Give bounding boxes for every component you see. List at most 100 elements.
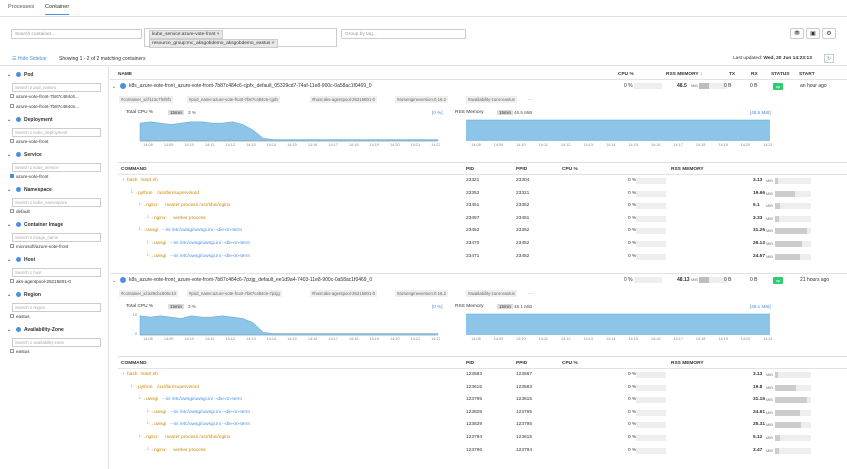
container-name[interactable]: k8s_azure-vote-front_azure-vote-front-7b… bbox=[129, 83, 372, 89]
chevron-down-icon[interactable]: ⌄ bbox=[7, 257, 11, 263]
tag-chip[interactable]: kube_service:azure-vote-front × bbox=[149, 30, 223, 39]
col-cpu[interactable]: CPU % bbox=[562, 361, 578, 366]
col-tx[interactable]: TX bbox=[729, 72, 735, 77]
col-ppid[interactable]: PPID bbox=[516, 167, 527, 172]
process-row[interactable]: └→ python/usr/bin/supervisord 123615 123583… bbox=[118, 384, 847, 395]
process-row[interactable]: └→ uwsgi --ini /etc/uwsgi/uwsgi.ini --die-… bbox=[118, 409, 847, 420]
sidebar-group-namespace[interactable]: ⌄ Namespace bbox=[7, 187, 52, 193]
sidebar-group-pod[interactable]: ⌄ Pod bbox=[7, 72, 33, 78]
checkbox[interactable] bbox=[10, 349, 14, 353]
tag-chip[interactable]: #pod_name:azure-vote-front-7b87c484c6-7p… bbox=[187, 290, 282, 297]
col-pid[interactable]: PID bbox=[466, 167, 474, 172]
tag-chip[interactable]: resource_group:mc_aksgobdemo_aksgobdemo_… bbox=[149, 39, 278, 48]
process-row[interactable]: └→ nginx: worker process 123796 123794 0 % 3.4… bbox=[118, 447, 847, 458]
process-row[interactable]: └→ uwsgi --ini /etc/uwsgi/uwsgi.ini --die-… bbox=[118, 422, 847, 432]
sidebar-search-input[interactable]: Search 1 kube_deployment bbox=[12, 128, 101, 137]
sidebar-item[interactable]: default bbox=[10, 209, 30, 214]
tag-chip[interactable]: #availability-zone:eastus bbox=[466, 290, 517, 297]
chevron-down-icon[interactable]: ⌄ bbox=[7, 72, 11, 78]
search-input[interactable]: Search container... bbox=[11, 29, 142, 39]
sidebar-search-input[interactable]: Search 1 kube_namespace bbox=[12, 198, 101, 207]
cpu-link[interactable]: [0 %] bbox=[432, 304, 442, 309]
sidebar-search-input[interactable]: Search 2 pod_names bbox=[12, 83, 101, 92]
sidebar-item[interactable]: azure-vote-front bbox=[10, 174, 48, 179]
col-status[interactable]: STATUS bbox=[771, 72, 789, 77]
tag-chip[interactable]: #host:aks-agentpool-25215801-0 bbox=[310, 290, 378, 297]
checkbox[interactable] bbox=[10, 279, 14, 283]
chevron-down-icon[interactable]: ⌄ bbox=[112, 84, 116, 90]
col-cpu[interactable]: CPU % bbox=[618, 72, 634, 77]
sidebar-search-input[interactable]: Search 1 availability-zone bbox=[12, 338, 101, 347]
lock-icon[interactable]: ▣ bbox=[806, 28, 820, 39]
tag-chip[interactable]: #host:aks-agentpool-25215801-0 bbox=[310, 96, 378, 103]
sidebar-search-input[interactable]: Search 1 kube_service bbox=[12, 163, 101, 172]
rss-link[interactable]: [48.1 MiB] bbox=[750, 304, 771, 309]
checkbox[interactable] bbox=[10, 244, 14, 248]
tag-chip[interactable]: #azsengineversion:0.16.2 bbox=[395, 96, 448, 103]
tag-filter-box[interactable]: kube_service:azure-vote-front × resource… bbox=[144, 28, 337, 48]
cpu-link[interactable]: [0 %] bbox=[432, 110, 442, 115]
binoculars-icon[interactable]: ⛃ bbox=[790, 28, 804, 39]
tag-chip[interactable]: #pod_name:azure-vote-front-7b87c484c6-cj… bbox=[187, 96, 281, 103]
checkbox[interactable] bbox=[10, 94, 14, 98]
process-row[interactable]: └→ uwsgi --ini /etc/uwsgi/uwsgi.ini --die-… bbox=[118, 253, 847, 264]
time-window-select[interactable]: 15min bbox=[497, 304, 513, 309]
col-start[interactable]: START bbox=[799, 72, 815, 77]
sidebar-search-input[interactable]: Search 1 region bbox=[12, 303, 101, 312]
hide-sidebar-button[interactable]: ☰ Hide Sidebar bbox=[12, 56, 47, 62]
col-command[interactable]: COMMAND bbox=[121, 361, 147, 366]
sidebar-item[interactable]: azure-vote-front-7b87c484c6... bbox=[10, 104, 79, 109]
checkbox[interactable] bbox=[10, 314, 14, 318]
sidebar-item[interactable]: eastus bbox=[10, 314, 30, 319]
gear-icon[interactable]: ⚙ bbox=[822, 28, 836, 39]
process-row[interactable]: └→ python/usr/bin/supervisord 23352 23321 0 … bbox=[118, 190, 847, 201]
sidebar-search-input[interactable]: Search 1 image_name bbox=[12, 233, 101, 242]
time-window-select[interactable]: 15min bbox=[168, 110, 184, 115]
chevron-down-icon[interactable]: ⌄ bbox=[7, 222, 11, 228]
checkbox[interactable] bbox=[10, 209, 14, 213]
chevron-down-icon[interactable]: ⌄ bbox=[7, 152, 11, 158]
chevron-down-icon[interactable]: ⌄ bbox=[112, 278, 116, 284]
tab-processes[interactable]: Processes bbox=[8, 4, 34, 10]
sidebar-search-input[interactable]: Search 1 host bbox=[12, 268, 101, 277]
tag-chip[interactable]: #azsengineversion:0.16.2 bbox=[395, 290, 448, 297]
time-window-select[interactable]: 15min bbox=[497, 110, 513, 115]
col-rss[interactable]: RSS MEMORY bbox=[671, 167, 704, 172]
chevron-down-icon[interactable]: ⌄ bbox=[7, 327, 11, 333]
process-row[interactable]: └→ nginx: master process /usr/sbin/nginx 12… bbox=[118, 435, 847, 445]
process-row[interactable]: └→ uwsgi --ini /etc/uwsgi/uwsgi.ini --die-… bbox=[118, 397, 847, 407]
process-row[interactable]: + bash/start.sh 123583 123567 0 % 3.13 MiB bbox=[118, 372, 847, 382]
tab-container[interactable]: Container bbox=[45, 4, 70, 15]
sidebar-group-container-image[interactable]: ⌄ Container Image bbox=[7, 222, 63, 228]
process-row[interactable]: └→ nginx: master process /usr/sbin/nginx 23… bbox=[118, 203, 847, 213]
tag-chip[interactable]: #availability-zone:eastus bbox=[466, 96, 517, 103]
process-row[interactable]: └→ uwsgi --ini /etc/uwsgi/uwsgi.ini --die-… bbox=[118, 241, 847, 251]
tag-chip[interactable]: #container_id:f113c7fef8f1 bbox=[119, 96, 174, 103]
chevron-down-icon[interactable]: ⌄ bbox=[7, 292, 11, 298]
col-rx[interactable]: RX bbox=[751, 72, 758, 77]
container-row[interactable]: ⌄ k8s_azure-vote-front_azure-vote-front-7… bbox=[110, 80, 847, 270]
container-name[interactable]: k8s_azure-vote-front_azure-vote-front-7b… bbox=[129, 277, 372, 283]
checkbox-checked[interactable] bbox=[10, 174, 14, 178]
process-row[interactable]: └→ nginx: worker process 23457 23451 0 % 3.33 M… bbox=[118, 215, 847, 226]
rss-link[interactable]: [48.5 MiB] bbox=[750, 110, 771, 115]
chevron-down-icon[interactable]: ⌄ bbox=[7, 187, 11, 193]
sidebar-group-availability-zone[interactable]: ⌄ Availability-Zone bbox=[7, 327, 64, 333]
more-icon[interactable]: … bbox=[528, 290, 533, 296]
col-rss[interactable]: RSS MEMORY bbox=[671, 361, 704, 366]
sidebar-item[interactable]: azure-vote-front bbox=[10, 139, 48, 144]
checkbox[interactable] bbox=[10, 139, 14, 143]
tag-chip[interactable]: #container_id:a29cbc806c13 bbox=[119, 290, 178, 297]
sidebar-item[interactable]: eastus bbox=[10, 349, 30, 354]
sidebar-group-host[interactable]: ⌄ Host bbox=[7, 257, 35, 263]
col-name[interactable]: NAME bbox=[118, 72, 132, 77]
process-row[interactable]: └→ uwsgi --ini /etc/uwsgi/uwsgi.ini --die-… bbox=[118, 228, 847, 238]
col-pid[interactable]: PID bbox=[466, 361, 474, 366]
col-ppid[interactable]: PPID bbox=[516, 361, 527, 366]
sidebar-group-service[interactable]: ⌄ Service bbox=[7, 152, 42, 158]
col-rss[interactable]: RSS MEMORY ↓ bbox=[666, 72, 702, 77]
sidebar-item[interactable]: aks-agentpool-25215801-0 bbox=[10, 279, 71, 284]
sidebar-group-deployment[interactable]: ⌄ Deployment bbox=[7, 117, 53, 123]
checkbox[interactable] bbox=[10, 104, 14, 108]
chevron-down-icon[interactable]: ⌄ bbox=[7, 117, 11, 123]
